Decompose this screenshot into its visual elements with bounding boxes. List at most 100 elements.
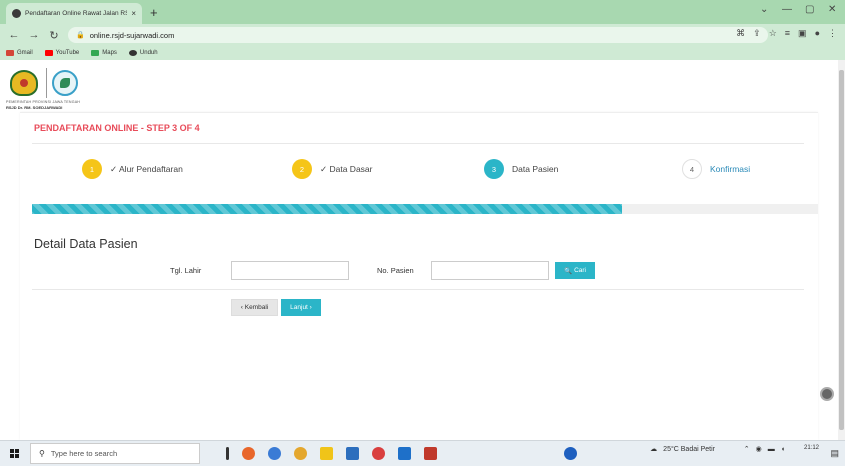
search-icon: 🔍 bbox=[563, 267, 573, 275]
address-bar-row: ← → ↻ 🔒 online.rsjd-sujarwadi.com ⌘ ⇪ ☆ … bbox=[0, 24, 845, 46]
forward-arrow-icon[interactable]: → bbox=[28, 29, 40, 41]
sidebar-icon[interactable]: ▣ bbox=[798, 28, 807, 39]
reload-icon[interactable]: ↻ bbox=[48, 29, 60, 42]
url-text: online.rsjd-sujarwadi.com bbox=[89, 30, 175, 40]
no-pasien-label: No. Pasien bbox=[377, 266, 414, 275]
divider bbox=[32, 289, 804, 290]
unduh-icon bbox=[128, 50, 137, 56]
logo-text-hospital: RSJD Dr. RM. SOEDJARWADI bbox=[6, 105, 63, 110]
youtube-icon bbox=[44, 50, 53, 56]
no-pasien-input[interactable] bbox=[431, 261, 549, 280]
edge-icon[interactable] bbox=[268, 447, 281, 460]
tgl-lahir-input[interactable] bbox=[231, 261, 349, 280]
maximize-button[interactable]: ▢ bbox=[805, 4, 814, 15]
weather-widget[interactable]: ☁ 25°C Badai Petir bbox=[650, 445, 715, 454]
close-window-button[interactable]: ✕ bbox=[828, 4, 836, 15]
wizard-progress-bar bbox=[32, 204, 818, 214]
bookmark-maps[interactable]: Maps bbox=[91, 50, 117, 56]
favicon-icon bbox=[12, 9, 21, 18]
cari-label: Cari bbox=[574, 267, 586, 274]
step-1[interactable]: 1 ✓ Alur Pendaftaran bbox=[82, 159, 183, 179]
web-page: PEMERINTAH PROVINSI JAWA TENGAH RSJD Dr.… bbox=[0, 60, 838, 440]
registration-panel: PENDAFTARAN ONLINE - STEP 3 OF 4 1 ✓ Alu… bbox=[20, 112, 818, 440]
windows-start-icon[interactable] bbox=[10, 449, 19, 458]
chevron-up-icon[interactable]: ⌃ bbox=[744, 445, 750, 453]
section-title: Detail Data Pasien bbox=[34, 237, 138, 251]
bookmarks-bar: Gmail YouTube Maps Unduh bbox=[0, 46, 845, 60]
lanjut-button[interactable]: Lanjut › bbox=[281, 299, 321, 316]
store-icon[interactable] bbox=[346, 447, 359, 460]
chrome-alt-icon[interactable] bbox=[372, 447, 385, 460]
tab-search-icon[interactable]: ⌄ bbox=[760, 4, 768, 15]
search-icon: ⚲ bbox=[39, 449, 45, 458]
wizard-title: PENDAFTARAN ONLINE - STEP 3 OF 4 bbox=[34, 123, 200, 133]
taskbar-clock[interactable]: 21:12 bbox=[804, 444, 819, 453]
app-icon[interactable] bbox=[424, 447, 437, 460]
tab-title: Pendaftaran Online Rawat Jalan RSJD D bbox=[25, 10, 128, 17]
battery-icon[interactable]: ▬ bbox=[768, 446, 775, 453]
floating-helper-icon[interactable] bbox=[820, 387, 834, 401]
weather-text: 25°C Badai Petir bbox=[663, 445, 715, 453]
wizard-steps: 1 ✓ Alur Pendaftaran 2 ✓ Data Dasar 3 Da… bbox=[20, 159, 818, 183]
hospital-logo bbox=[52, 70, 78, 96]
tab-close-icon[interactable]: × bbox=[131, 9, 136, 18]
scrollbar-thumb[interactable] bbox=[839, 70, 844, 430]
url-omnibox[interactable]: 🔒 online.rsjd-sujarwadi.com bbox=[68, 27, 768, 43]
bookmark-unduh[interactable]: Unduh bbox=[128, 50, 158, 56]
lock-icon: 🔒 bbox=[76, 32, 85, 39]
chrome-icon[interactable] bbox=[294, 447, 307, 460]
logo-text-province: PEMERINTAH PROVINSI JAWA TENGAH bbox=[6, 100, 81, 104]
step-4[interactable]: 4 Konfirmasi bbox=[682, 159, 750, 179]
profile-avatar-icon[interactable]: ● bbox=[815, 28, 820, 39]
weather-icon: ☁ bbox=[650, 446, 658, 453]
toolbar-icons: ⌘ ⇪ ☆ ≡ ▣ ● ⋮ bbox=[736, 28, 837, 39]
maps-icon bbox=[91, 50, 100, 56]
file-explorer-icon[interactable] bbox=[320, 447, 333, 460]
cari-button[interactable]: 🔍 Cari bbox=[555, 262, 595, 279]
notification-icon[interactable]: ▤ bbox=[830, 448, 839, 459]
reading-list-icon[interactable]: ≡ bbox=[785, 28, 790, 39]
network-icon[interactable]: ◉ bbox=[756, 445, 762, 453]
kembali-button[interactable]: ‹ Kembali bbox=[231, 299, 278, 316]
step-label: Data Pasien bbox=[512, 164, 559, 174]
page-scrollbar[interactable] bbox=[838, 60, 845, 440]
gmail-icon bbox=[6, 50, 14, 56]
bookmark-star-icon[interactable]: ☆ bbox=[769, 28, 777, 39]
translate-icon[interactable]: ⌘ bbox=[736, 28, 745, 39]
province-emblem-logo bbox=[10, 70, 38, 96]
tgl-lahir-label: Tgl. Lahir bbox=[170, 266, 202, 275]
minimize-button[interactable]: — bbox=[782, 4, 792, 15]
share-icon[interactable]: ⇪ bbox=[753, 28, 761, 39]
system-tray: ⌃ ◉ ▬ ◖ bbox=[744, 445, 785, 454]
divider bbox=[32, 143, 804, 144]
step-number: 4 bbox=[682, 159, 702, 179]
step-3[interactable]: 3 Data Pasien bbox=[484, 159, 558, 179]
step-number: 3 bbox=[484, 159, 504, 179]
taskbar-search-placeholder: Type here to search bbox=[50, 449, 118, 458]
help-icon[interactable] bbox=[564, 447, 577, 460]
windows-taskbar: ⚲ Type here to search ☁ 25°C Badai Petir… bbox=[0, 440, 845, 466]
browser-tab-bar: Pendaftaran Online Rawat Jalan RSJD D × … bbox=[0, 0, 845, 24]
search-app-icon[interactable] bbox=[242, 447, 255, 460]
back-arrow-icon[interactable]: ← bbox=[8, 29, 20, 41]
volume-icon[interactable]: ◖ bbox=[781, 446, 785, 453]
progress-fill bbox=[32, 204, 622, 214]
clock-time: 21:12 bbox=[803, 445, 819, 451]
browser-tab[interactable]: Pendaftaran Online Rawat Jalan RSJD D × bbox=[6, 3, 142, 24]
step-2[interactable]: 2 ✓ Data Dasar bbox=[292, 159, 372, 179]
mail-icon[interactable] bbox=[398, 447, 411, 460]
task-view-icon[interactable] bbox=[226, 447, 229, 460]
logo-divider bbox=[46, 68, 47, 98]
new-tab-button[interactable]: + bbox=[150, 5, 158, 20]
step-label: Konfirmasi bbox=[710, 164, 751, 174]
navigation-buttons: ‹ Kembali Lanjut › bbox=[20, 299, 818, 317]
step-number: 1 bbox=[82, 159, 102, 179]
bookmark-youtube[interactable]: YouTube bbox=[44, 50, 79, 56]
taskbar-search[interactable]: ⚲ Type here to search bbox=[30, 443, 200, 464]
step-label: ✓ Alur Pendaftaran bbox=[110, 163, 183, 174]
patient-search-row: Tgl. Lahir No. Pasien 🔍 Cari bbox=[20, 261, 818, 281]
step-number: 2 bbox=[292, 159, 312, 179]
menu-kebab-icon[interactable]: ⋮ bbox=[828, 28, 837, 39]
step-label: ✓ Data Dasar bbox=[320, 163, 373, 174]
bookmark-gmail[interactable]: Gmail bbox=[6, 50, 33, 56]
